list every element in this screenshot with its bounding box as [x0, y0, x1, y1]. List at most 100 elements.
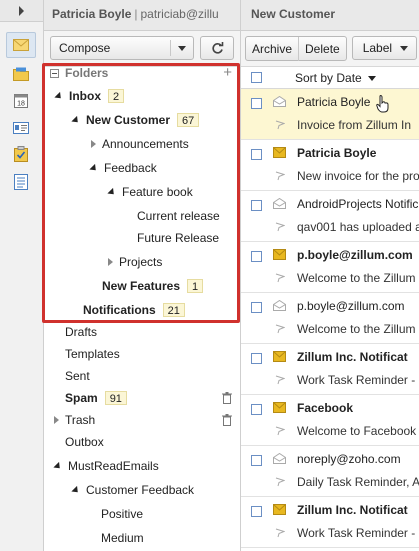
message-row[interactable]: noreply@zoho.com Daily Task Reminder, A — [241, 446, 419, 497]
expanded-triangle-icon[interactable] — [53, 461, 63, 471]
message-row[interactable]: Zillum Inc. Notificat Work Task Reminder … — [241, 344, 419, 395]
folder-medium[interactable]: Medium — [101, 528, 144, 548]
message-row[interactable]: AndroidProjects Notific qav001 has upload… — [241, 191, 419, 242]
folder-mustreademails[interactable]: MustReadEmails — [53, 456, 159, 476]
message-row[interactable]: p.boyle@zillum.com Welcome to the Zillum — [241, 242, 419, 293]
folder-customer-feedback[interactable]: Customer Feedback — [71, 480, 194, 500]
unread-envelope-icon[interactable] — [273, 402, 286, 413]
folder-drafts[interactable]: Drafts — [65, 322, 97, 342]
mail-app-button[interactable] — [6, 32, 36, 58]
contacts-app-button[interactable] — [11, 120, 31, 136]
folder-notifications[interactable]: Notifications 21 — [83, 300, 185, 320]
message-checkbox[interactable] — [251, 251, 262, 262]
read-envelope-icon[interactable] — [273, 300, 286, 311]
unread-count: 1 — [187, 279, 204, 293]
folder-outbox[interactable]: Outbox — [65, 432, 104, 452]
folder-label: Trash — [65, 413, 96, 427]
expanded-triangle-icon[interactable] — [107, 187, 117, 197]
flag-icon[interactable] — [275, 528, 285, 538]
message-checkbox[interactable] — [251, 149, 262, 160]
empty-trash-icon[interactable] — [222, 414, 232, 426]
message-row[interactable]: Patricia Boyle New invoice for the pro — [241, 140, 419, 191]
folder-label: Feature book — [122, 185, 193, 199]
notes-app-button[interactable] — [11, 174, 31, 190]
flag-icon[interactable] — [275, 324, 285, 334]
read-envelope-icon[interactable] — [273, 96, 286, 107]
svg-text:18: 18 — [17, 100, 25, 107]
folder-new-features[interactable]: New Features 1 — [102, 276, 204, 296]
read-envelope-icon[interactable] — [273, 198, 286, 209]
message-checkbox[interactable] — [251, 98, 262, 109]
unread-envelope-icon[interactable] — [273, 351, 286, 362]
message-row[interactable]: Zillum Inc. Notificat Work Task Reminder … — [241, 497, 419, 548]
flag-icon[interactable] — [275, 120, 285, 130]
flag-icon[interactable] — [275, 171, 285, 181]
flag-icon[interactable] — [275, 273, 285, 283]
folder-sent[interactable]: Sent — [65, 366, 90, 386]
message-row[interactable]: Facebook Welcome to Facebook — [241, 395, 419, 446]
folder-templates[interactable]: Templates — [65, 344, 120, 364]
folder-positive[interactable]: Positive — [101, 504, 143, 524]
message-checkbox[interactable] — [251, 200, 262, 211]
expand-rail-button[interactable] — [0, 0, 43, 22]
unread-envelope-icon[interactable] — [273, 249, 286, 260]
select-all-checkbox[interactable] — [251, 72, 262, 83]
collapsed-triangle-icon[interactable] — [91, 140, 96, 148]
folder-announcements[interactable]: Announcements — [91, 134, 189, 154]
unread-envelope-icon[interactable] — [273, 504, 286, 515]
calendar-app-button[interactable]: 18 — [11, 92, 31, 108]
folder-projects[interactable]: Projects — [108, 252, 162, 272]
folder-future-release[interactable]: Future Release — [137, 228, 219, 248]
flag-icon[interactable] — [275, 375, 285, 385]
archive-delete-group: Archive Delete — [245, 36, 347, 61]
label-button[interactable]: Label — [351, 36, 418, 60]
folder-feature-book[interactable]: Feature book — [107, 182, 193, 202]
chevron-down-icon[interactable] — [178, 46, 187, 51]
message-checkbox[interactable] — [251, 404, 262, 415]
unread-envelope-icon[interactable] — [273, 147, 286, 158]
folder-feedback[interactable]: Feedback — [89, 158, 157, 178]
folder-spam[interactable]: Spam 91 — [65, 388, 127, 408]
compose-button[interactable]: Compose — [50, 36, 195, 60]
folder-trash[interactable]: Trash — [54, 410, 95, 430]
refresh-button[interactable] — [200, 36, 234, 60]
flag-icon[interactable] — [275, 426, 285, 436]
collapsed-triangle-icon[interactable] — [108, 258, 113, 266]
expanded-triangle-icon[interactable] — [89, 163, 99, 173]
folder-new-customer[interactable]: New Customer 67 — [71, 110, 200, 130]
files-app-button[interactable] — [11, 66, 31, 82]
message-sender: AndroidProjects Notific — [297, 197, 419, 211]
read-envelope-icon[interactable] — [273, 453, 286, 464]
flag-icon[interactable] — [275, 477, 285, 487]
unread-count: 2 — [108, 89, 125, 103]
plus-icon[interactable]: + — [223, 64, 232, 81]
message-row[interactable]: Patricia Boyle Invoice from Zillum In — [241, 89, 419, 140]
message-checkbox[interactable] — [251, 353, 262, 364]
compose-divider — [170, 40, 172, 56]
empty-spam-icon[interactable] — [222, 392, 232, 404]
expanded-triangle-icon[interactable] — [71, 115, 81, 125]
expanded-triangle-icon[interactable] — [54, 91, 64, 101]
account-bar[interactable]: Patricia Boyle | patriciab@zillu — [44, 0, 240, 31]
account-email: patriciab@zillu — [140, 7, 219, 21]
app-icon-rail: 18 — [0, 0, 44, 551]
sort-by-date-button[interactable]: Sort by Date — [295, 71, 376, 85]
collapsed-triangle-icon[interactable] — [54, 416, 59, 424]
tasks-app-button[interactable] — [11, 146, 31, 162]
unread-count: 67 — [177, 113, 200, 127]
folders-header[interactable]: Folders + — [50, 64, 242, 82]
message-checkbox[interactable] — [251, 506, 262, 517]
message-row[interactable]: p.boyle@zillum.com Welcome to the Zillum — [241, 293, 419, 344]
message-checkbox[interactable] — [251, 302, 262, 313]
message-sender: Zillum Inc. Notificat — [297, 503, 408, 517]
folder-current-release[interactable]: Current release — [137, 206, 220, 226]
expanded-triangle-icon[interactable] — [71, 485, 81, 495]
folder-label: MustReadEmails — [68, 459, 159, 473]
folder-inbox[interactable]: Inbox 2 — [54, 86, 125, 106]
delete-button[interactable]: Delete — [298, 37, 346, 61]
flag-icon[interactable] — [275, 222, 285, 232]
archive-button[interactable]: Archive — [246, 37, 298, 61]
collapse-box-icon[interactable] — [50, 68, 59, 78]
message-sender: p.boyle@zillum.com — [297, 299, 405, 313]
message-checkbox[interactable] — [251, 455, 262, 466]
